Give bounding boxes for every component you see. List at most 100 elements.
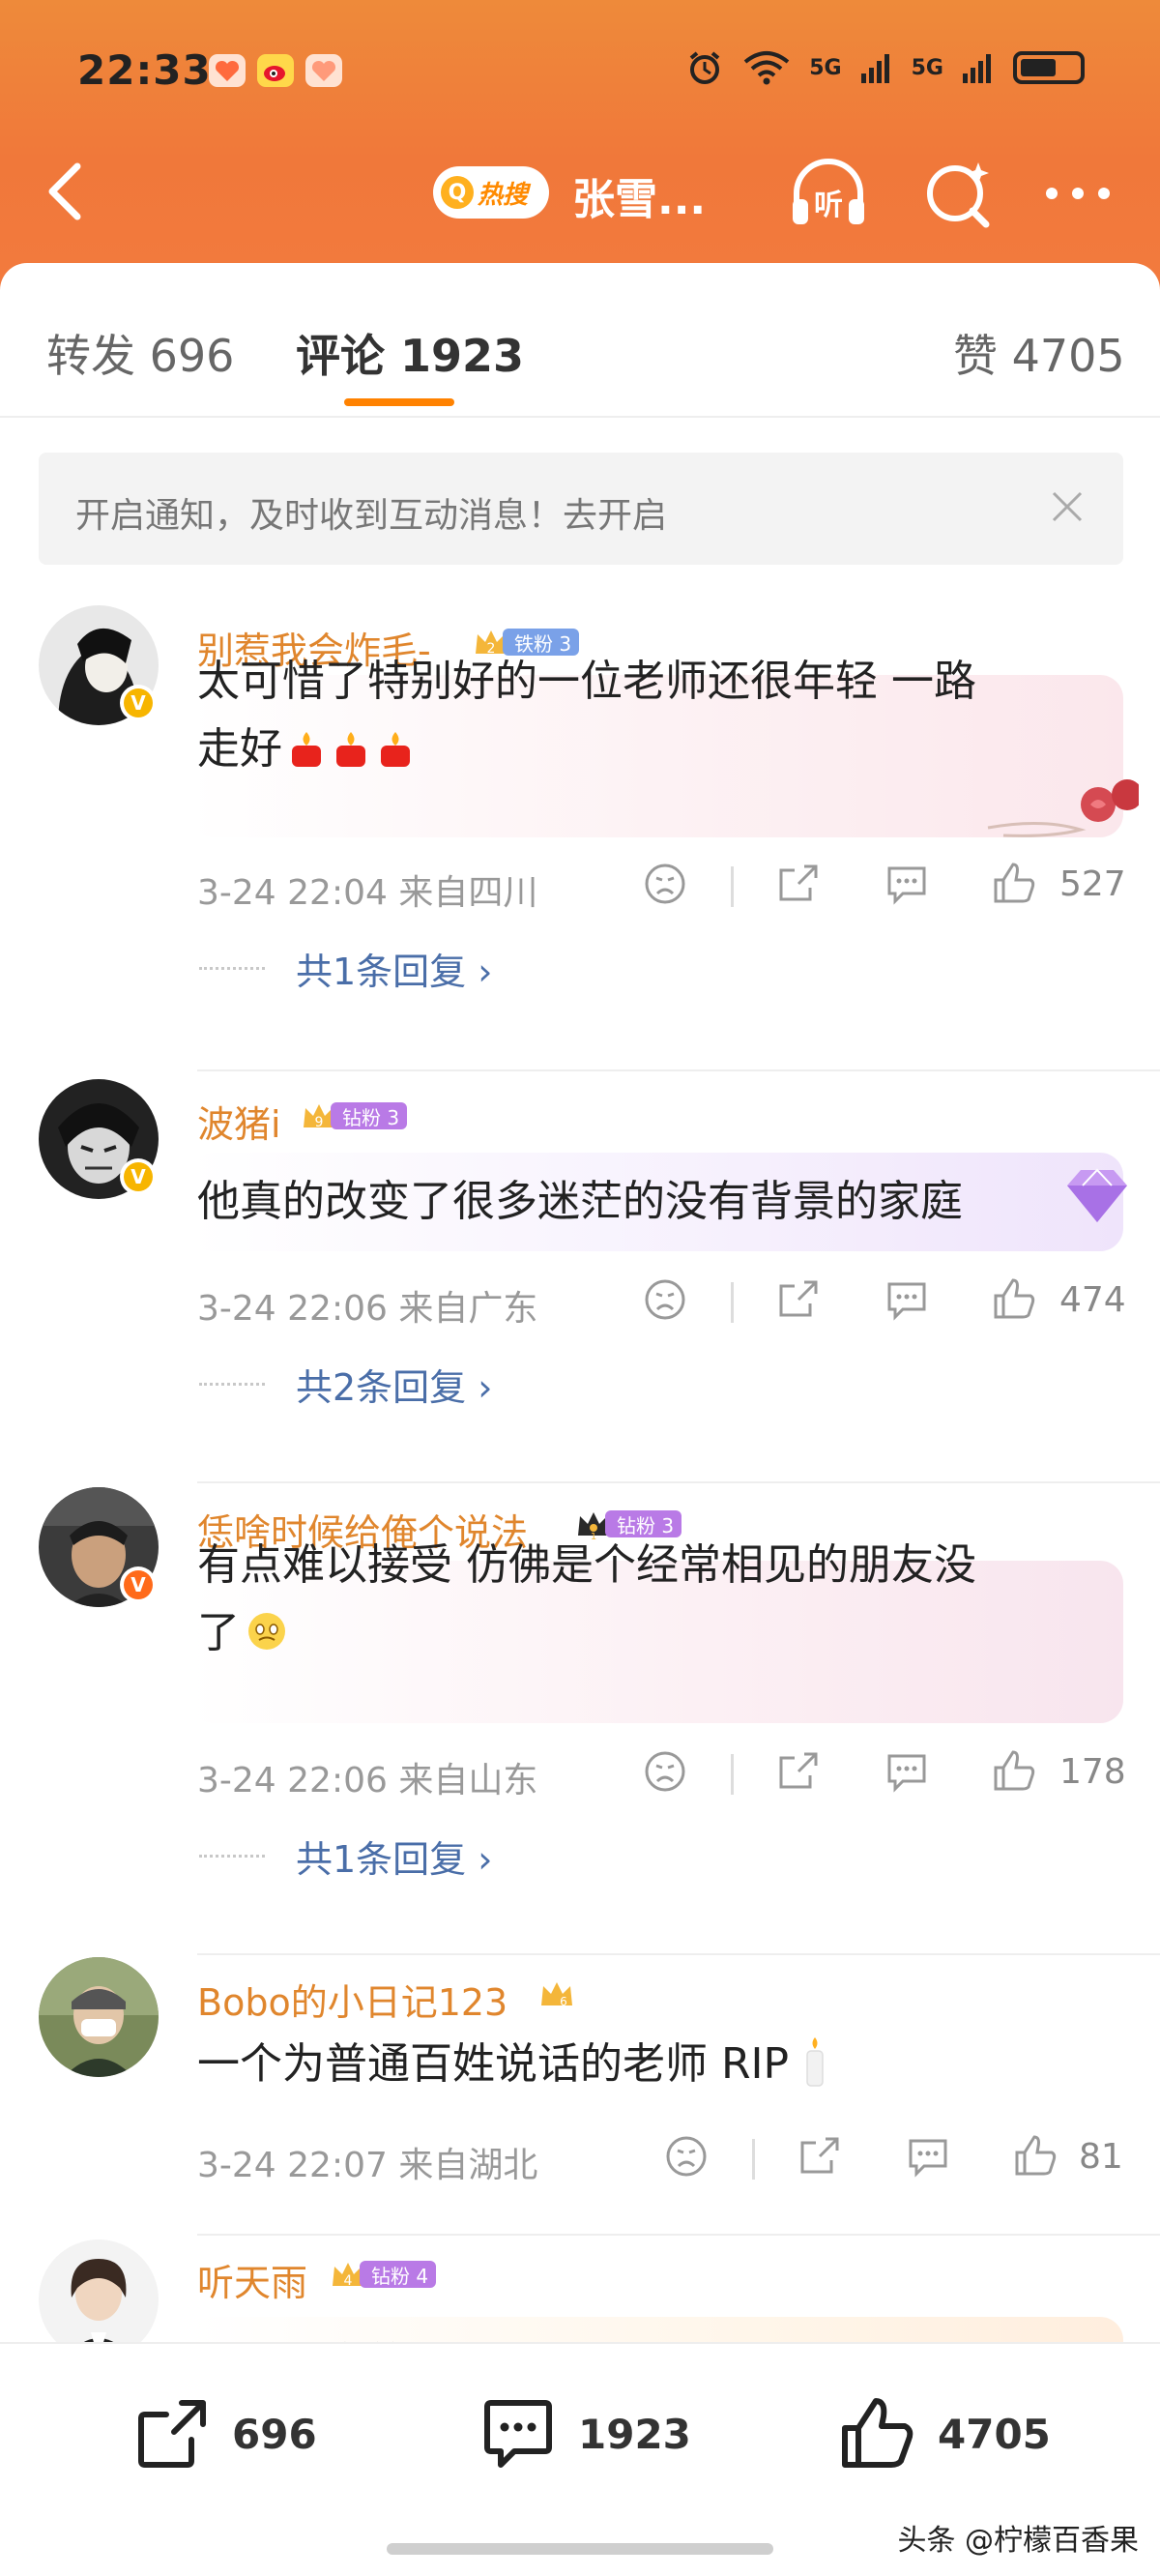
status-time: 22:33 — [77, 46, 212, 94]
reply-dots — [199, 967, 265, 970]
comment-button[interactable] — [884, 861, 930, 909]
repost-button[interactable] — [775, 861, 822, 909]
dislike-button[interactable] — [663, 2133, 710, 2181]
battery-icon — [1013, 51, 1085, 84]
status-bar: 22:33 5G 5G — [0, 46, 1160, 95]
search-sparkle-icon — [927, 162, 990, 228]
search-q-icon: Q — [441, 176, 474, 209]
reply-dots — [199, 1855, 265, 1858]
network-label: 5G — [911, 55, 943, 80]
action-divider — [752, 2139, 755, 2180]
dislike-button[interactable] — [642, 1276, 688, 1325]
comment-text: 太可惜了特别好的一位老师还很年轻 一路 走好 — [197, 648, 976, 783]
heart-notification-icon — [209, 54, 246, 87]
like-button[interactable] — [990, 859, 1038, 907]
like-button[interactable] — [1011, 2131, 1059, 2180]
comment-meta: 3-24 22:06 来自广东 — [197, 1289, 538, 1329]
tab-repost[interactable]: 转发 696 — [46, 321, 234, 385]
reply-link[interactable]: 共1条回复 › — [296, 942, 492, 995]
bottom-like-button[interactable]: 4705 — [837, 2390, 1051, 2477]
hot-search-badge[interactable]: Q 热搜 — [433, 166, 549, 219]
more-button[interactable] — [1034, 153, 1121, 234]
home-indicator[interactable] — [387, 2543, 773, 2555]
fan-badge[interactable]: 4 钻粉 4 — [329, 2257, 437, 2292]
fan-badge[interactable]: 9 钻粉 3 — [300, 1098, 408, 1133]
tab-comment[interactable]: 评论 1923 — [296, 321, 524, 385]
comment-button[interactable] — [905, 2133, 951, 2181]
share-icon — [138, 2400, 206, 2468]
svg-text:9: 9 — [315, 1115, 324, 1130]
hot-search-label: 热搜 — [478, 180, 529, 210]
dislike-button[interactable] — [642, 1748, 688, 1797]
comment-item: V 恁啥时候给俺个说法 1 钻粉 3 有点难以接受 仿佛是个经常相见的朋友没 了… — [0, 1483, 1160, 2025]
comment-text: 他真的改变了很多迷茫的没有背景的家庭 — [197, 1168, 963, 1236]
sad-face-icon — [645, 1279, 685, 1320]
dislike-button[interactable] — [642, 861, 688, 909]
comment-button[interactable] — [884, 1748, 930, 1797]
like-count: 81 — [1079, 2137, 1123, 2177]
share-icon — [779, 1752, 818, 1789]
fan-badge[interactable]: 6 — [537, 1976, 576, 2011]
comment-meta: 3-24 22:04 来自四川 — [197, 873, 538, 913]
page-title[interactable]: 张雪... — [572, 164, 706, 226]
notification-banner[interactable]: 开启通知，及时收到互动消息！去开启 — [39, 453, 1123, 565]
comment-button[interactable] — [884, 1276, 930, 1325]
comment-count: 1923 — [578, 2410, 691, 2458]
avatar[interactable] — [39, 1957, 159, 2077]
username[interactable]: 听天雨 — [197, 2253, 307, 2306]
candle-emoji-icon — [292, 732, 321, 767]
username[interactable]: 波猪i — [197, 1095, 281, 1148]
like-count: 527 — [1059, 864, 1126, 904]
fan-badge-label: 钻粉 3 — [331, 1102, 408, 1129]
signal-icon — [963, 54, 991, 83]
close-button[interactable] — [1046, 485, 1088, 528]
search-button[interactable] — [914, 153, 1001, 234]
tab-active-indicator — [344, 398, 454, 406]
share-icon — [779, 1280, 818, 1317]
reply-dots — [199, 1383, 265, 1386]
repost-count: 696 — [232, 2410, 317, 2458]
username[interactable]: Bobo的小日记123 — [197, 1973, 508, 2026]
back-button[interactable] — [39, 153, 97, 230]
like-count: 474 — [1059, 1280, 1126, 1320]
sad-face-icon — [666, 2136, 707, 2177]
notification-text: 开启通知，及时收到互动消息！去开启 — [75, 496, 668, 536]
sad-face-icon — [645, 864, 685, 904]
like-button[interactable] — [990, 1274, 1038, 1323]
wifi-icon — [743, 51, 790, 85]
tab-like[interactable]: 赞 4705 — [953, 321, 1125, 385]
listen-button[interactable]: 听 — [785, 153, 872, 234]
like-count: 178 — [1059, 1752, 1126, 1792]
share-icon — [779, 864, 818, 901]
white-candle-emoji-icon — [806, 2037, 824, 2087]
crown-icon: 6 — [541, 1982, 572, 2008]
headphones-icon: 听 — [793, 159, 864, 224]
comment-text-line: 他真的改变了很多迷茫的没有背景的家庭 — [197, 1177, 963, 1226]
comment-icon — [887, 1754, 926, 1793]
alarm-icon — [689, 51, 720, 84]
comment-text-line: 太可惜了特别好的一位老师还很年轻 一路 — [197, 657, 976, 706]
rose-decoration-icon — [987, 779, 1139, 837]
verified-badge: V — [120, 685, 157, 721]
like-count-total: 4705 — [938, 2410, 1051, 2458]
repost-button[interactable] — [797, 2133, 843, 2181]
watermark: 头条 @柠檬百香果 — [897, 2524, 1139, 2558]
like-button[interactable] — [990, 1746, 1038, 1795]
sad-face-icon — [645, 1751, 685, 1792]
reply-link[interactable]: 共1条回复 › — [296, 1830, 492, 1883]
comment-icon — [484, 2400, 552, 2468]
bottom-repost-button[interactable]: 696 — [131, 2390, 317, 2477]
heart-notification-icon — [305, 54, 342, 87]
signal-icon — [860, 54, 889, 83]
reply-link[interactable]: 共2条回复 › — [296, 1358, 492, 1411]
svg-text:6: 6 — [560, 1995, 567, 2008]
thumbs-up-icon — [842, 2398, 914, 2468]
comment-icon — [887, 866, 926, 905]
repost-button[interactable] — [775, 1276, 822, 1325]
bottom-action-bar: 696 1923 4705 头条 @柠檬百香果 — [0, 2342, 1160, 2576]
comment-icon — [887, 1282, 926, 1321]
tearful-face-emoji-icon — [248, 1613, 285, 1650]
weibo-notification-icon — [257, 54, 294, 87]
repost-button[interactable] — [775, 1748, 822, 1797]
bottom-comment-button[interactable]: 1923 — [478, 2390, 691, 2477]
